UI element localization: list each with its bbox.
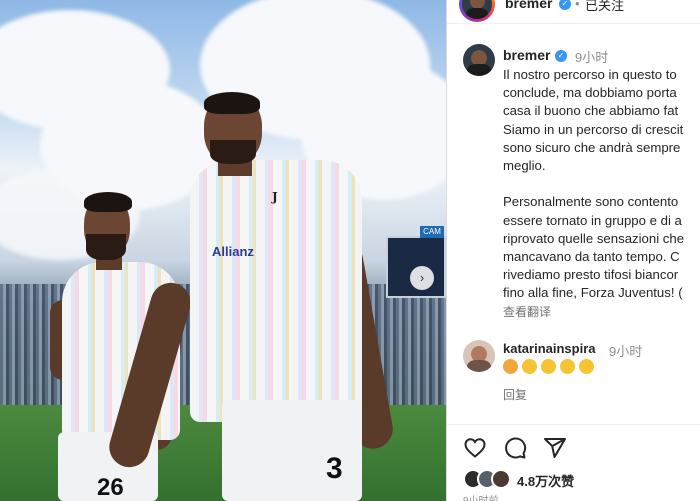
clapping-hands-icon	[541, 359, 556, 375]
caption-line: sono sicuro che andrà sempre	[503, 139, 681, 155]
caption-line: Personalmente sono contento	[503, 194, 679, 210]
verified-badge-icon: ✓	[555, 50, 567, 62]
divider	[447, 424, 700, 425]
comment-username[interactable]: katarinainspira	[503, 341, 596, 356]
clapping-hands-icon	[579, 359, 594, 375]
post-date: 9小时前	[463, 492, 499, 501]
post-header: bremer ✓ • 已关注	[447, 0, 700, 24]
caption-line: mancavano da tanto tempo. C	[503, 248, 680, 264]
jersey-number: 26	[97, 474, 124, 501]
caption-line: rivediamo presto tifosi biancor	[503, 267, 679, 283]
avatar	[491, 469, 511, 489]
follow-status-button[interactable]: 已关注	[585, 0, 624, 14]
see-translation-link[interactable]: 查看翻译	[503, 303, 551, 320]
stadium-sign: CAM	[420, 226, 444, 238]
caption-line: conclude, ma dobbiamo porta	[503, 85, 677, 101]
caption-line: meglio.	[503, 157, 546, 173]
reply-button[interactable]: 回复	[503, 386, 527, 403]
caption-line	[503, 175, 700, 193]
post-photo[interactable]: CAM 26 J Allianz 3 ›	[0, 0, 446, 501]
clapping-hands-icon	[560, 359, 575, 375]
caption-time: 9小时	[575, 50, 609, 65]
avatar[interactable]	[463, 340, 495, 372]
next-photo-button[interactable]: ›	[410, 266, 434, 290]
caption-line: riprovato quelle sensazioni che	[503, 230, 685, 246]
caption-line: fino alla fine, Forza Juventus! (	[503, 285, 683, 301]
verified-badge-icon: ✓	[559, 0, 571, 10]
avatar[interactable]	[463, 44, 495, 76]
comment-bubble-icon[interactable]	[503, 436, 527, 460]
header-separator: •	[575, 0, 580, 11]
star-struck-face-icon	[503, 359, 518, 375]
header-username[interactable]: bremer	[505, 0, 552, 11]
heart-icon[interactable]	[463, 436, 487, 460]
sponsor-logo: Allianz	[212, 244, 254, 259]
comment-text	[503, 358, 598, 375]
clapping-hands-icon	[522, 359, 537, 375]
beard	[210, 140, 256, 164]
comment-time: 9小时	[609, 344, 643, 359]
caption-line: Siamo in un percorso di crescit	[503, 121, 684, 137]
caption-line: Il nostro percorso in questo to	[503, 67, 677, 82]
beard	[86, 234, 126, 260]
avatar[interactable]	[462, 0, 492, 19]
club-crest: J	[272, 190, 278, 204]
caption-text: Il nostro percorso in questo to conclude…	[503, 66, 700, 302]
chevron-right-icon: ›	[419, 270, 425, 285]
hair	[84, 192, 132, 212]
paper-plane-icon[interactable]	[543, 436, 567, 460]
likes-count[interactable]: 4.8万次赞	[517, 471, 574, 490]
caption-username[interactable]: bremer	[503, 47, 550, 63]
hair	[204, 92, 260, 114]
jersey-number: 3	[326, 452, 343, 485]
caption-line: essere tornato in gruppo e di a	[503, 212, 682, 228]
caption-line: casa il buono che abbiamo fat	[503, 103, 679, 119]
post-detail-panel: bremer ✓ • 已关注 bremer ✓ 9小时 Il nostro pe…	[446, 0, 700, 501]
